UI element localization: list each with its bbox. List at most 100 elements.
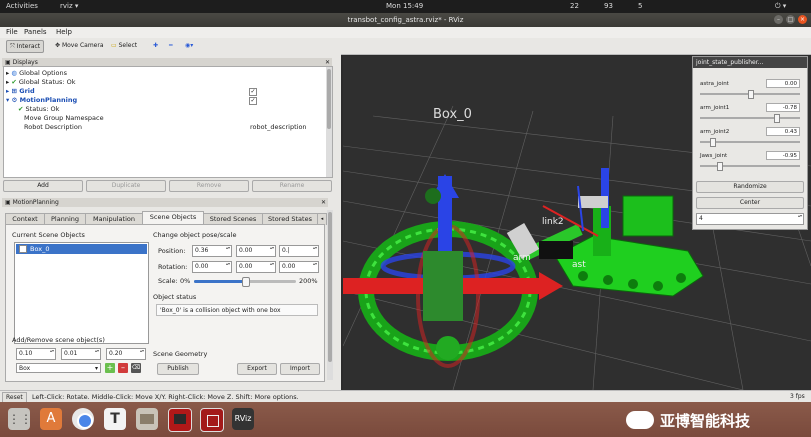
menu-help[interactable]: Help bbox=[56, 28, 72, 36]
joint-count-field[interactable]: 4 bbox=[696, 213, 804, 225]
panel-close-icon[interactable]: ✕ bbox=[321, 198, 326, 207]
tree-label: MotionPlanning bbox=[19, 96, 78, 104]
rotation-x-field[interactable]: 0.00 bbox=[192, 261, 232, 273]
menu-bar: File Panels Help bbox=[0, 27, 811, 38]
joint-slider-thumb[interactable] bbox=[748, 90, 754, 99]
clock[interactable]: Mon 15:49 bbox=[386, 2, 423, 10]
tree-item-grid[interactable]: ▸ ⊞ Grid bbox=[6, 87, 35, 96]
scale-slider[interactable] bbox=[194, 277, 296, 287]
grid-enabled-checkbox[interactable]: ✓ bbox=[249, 88, 257, 96]
add-display-button[interactable]: Add bbox=[3, 180, 83, 192]
software-center-icon[interactable]: A bbox=[40, 408, 62, 430]
tree-item-status[interactable]: ✔ Status: Ok bbox=[18, 105, 59, 114]
joint-slider-thumb[interactable] bbox=[717, 162, 724, 171]
motion-planning-scrollbar[interactable] bbox=[327, 210, 333, 380]
tab-scene-objects[interactable]: Scene Objects bbox=[142, 211, 204, 225]
menu-file[interactable]: File bbox=[6, 28, 18, 36]
select-button[interactable]: ▭ Select bbox=[108, 40, 140, 51]
tree-label: Grid bbox=[19, 87, 35, 95]
dimension-y-field[interactable]: 0.01 bbox=[61, 348, 101, 360]
tree-label: Global Options bbox=[19, 69, 67, 77]
rotation-y-field[interactable]: 0.00 bbox=[236, 261, 276, 273]
files-icon[interactable] bbox=[136, 408, 158, 430]
clear-objects-icon[interactable]: ⌫ bbox=[131, 363, 141, 373]
randomize-button[interactable]: Randomize bbox=[696, 181, 804, 193]
tree-item-global-status[interactable]: ▸ ✔ Global Status: Ok bbox=[6, 78, 76, 87]
tree-label: Status: Ok bbox=[25, 105, 60, 113]
object-status-text: 'Box_0' is a collision object with one b… bbox=[156, 304, 318, 316]
object-checkbox[interactable] bbox=[19, 245, 27, 253]
remove-tool-icon[interactable]: ━ bbox=[166, 40, 176, 51]
screen-record-icon[interactable] bbox=[200, 408, 224, 432]
camera-type-icon[interactable]: ◉▾ bbox=[182, 40, 196, 51]
joint-value-field[interactable]: 0.00 bbox=[766, 79, 800, 88]
center-button[interactable]: Center bbox=[696, 197, 804, 209]
tree-item-robot-description[interactable]: Robot Description bbox=[24, 123, 82, 132]
joint-value-field[interactable]: -0.78 bbox=[766, 103, 800, 112]
joint-slider-thumb[interactable] bbox=[709, 138, 716, 147]
duplicate-display-button[interactable]: Duplicate bbox=[86, 180, 166, 192]
export-button[interactable]: Export bbox=[237, 363, 277, 375]
app-menu[interactable]: rviz ▾ bbox=[60, 2, 78, 10]
tree-item-motion-planning[interactable]: ▾ ⚙ MotionPlanning bbox=[6, 96, 77, 105]
show-apps-icon[interactable]: ⋮⋮ bbox=[8, 408, 32, 430]
joint-slider[interactable] bbox=[700, 117, 800, 119]
move-camera-button[interactable]: ✥ Move Camera bbox=[52, 40, 107, 51]
publish-button[interactable]: Publish bbox=[157, 363, 199, 375]
robot-arm-icon: ⚙ bbox=[11, 96, 18, 104]
tree-label: Global Status: Ok bbox=[18, 78, 76, 86]
joint-value-field[interactable]: -0.95 bbox=[766, 151, 800, 160]
interact-button[interactable]: ⤧ Interact bbox=[6, 40, 45, 53]
scale-slider-thumb[interactable] bbox=[242, 277, 250, 287]
tree-label: Robot Description bbox=[24, 123, 82, 131]
joint-name: astra_joint bbox=[700, 81, 729, 87]
list-item[interactable]: Box_0 bbox=[16, 244, 147, 254]
activities-button[interactable]: Activities bbox=[6, 2, 38, 10]
minimize-icon[interactable]: – bbox=[774, 15, 783, 24]
joint-slider[interactable] bbox=[700, 165, 800, 167]
motion-planning-enabled-checkbox[interactable]: ✓ bbox=[249, 97, 257, 105]
robot-model[interactable] bbox=[506, 168, 704, 297]
position-x-field[interactable]: 0.36 bbox=[192, 245, 232, 257]
joint-name: arm_joint1 bbox=[700, 105, 730, 111]
power-icon[interactable]: ⏻ ▾ bbox=[775, 2, 786, 11]
joint-value-field[interactable]: 0.43 bbox=[766, 127, 800, 136]
rviz-icon[interactable]: RViz bbox=[232, 408, 254, 430]
displays-tree[interactable]: ▸ ◍ Global Options ▸ ✔ Global Status: Ok… bbox=[3, 66, 333, 178]
maximize-icon[interactable]: □ bbox=[786, 15, 795, 24]
rotation-z-field[interactable]: 0.00 bbox=[279, 261, 319, 273]
checkmark-icon: ✔ bbox=[18, 105, 24, 113]
tree-item-move-group-namespace[interactable]: Move Group Namespace bbox=[24, 114, 104, 123]
rename-display-button[interactable]: Rename bbox=[252, 180, 332, 192]
window-title: transbot_config_astra.rviz* - RViz bbox=[347, 16, 464, 24]
position-z-field[interactable]: 0.| bbox=[279, 245, 319, 257]
scene-objects-list[interactable]: Box_0 bbox=[14, 242, 149, 344]
terminal-icon[interactable] bbox=[168, 408, 192, 432]
displays-scrollbar[interactable] bbox=[326, 67, 332, 177]
import-button[interactable]: Import bbox=[280, 363, 320, 375]
add-object-icon[interactable]: + bbox=[105, 363, 115, 373]
remove-display-button[interactable]: Remove bbox=[169, 180, 249, 192]
wechat-logo-icon bbox=[626, 411, 654, 429]
tree-item-global-options[interactable]: ▸ ◍ Global Options bbox=[6, 69, 67, 78]
close-icon[interactable]: × bbox=[798, 15, 807, 24]
dimension-x-field[interactable]: 0.10 bbox=[16, 348, 56, 360]
menu-panels[interactable]: Panels bbox=[24, 28, 47, 36]
shape-select[interactable]: Box ▾ bbox=[16, 363, 101, 373]
tray-value-1: 22 bbox=[570, 2, 579, 10]
chrome-icon[interactable] bbox=[72, 408, 94, 430]
add-tool-icon[interactable]: ✚ bbox=[150, 40, 161, 51]
ubuntu-dock: ⋮⋮ A T RViz 亚博智能科技 bbox=[0, 402, 811, 437]
typora-icon[interactable]: T bbox=[104, 408, 126, 430]
tree-label: Move Group Namespace bbox=[24, 114, 104, 122]
position-y-field[interactable]: 0.00 bbox=[236, 245, 276, 257]
joint-name: arm_joint2 bbox=[700, 129, 730, 135]
remove-object-icon[interactable]: – bbox=[118, 363, 128, 373]
checkmark-icon: ✔ bbox=[11, 78, 17, 86]
robot-description-value[interactable]: robot_description bbox=[250, 123, 307, 132]
joint-slider-thumb[interactable] bbox=[773, 114, 780, 123]
change-pose-label: Change object pose/scale bbox=[153, 231, 237, 239]
object-name: Box_0 bbox=[30, 245, 50, 253]
dimension-z-field[interactable]: 0.20 bbox=[106, 348, 146, 360]
tray-value-2: 93 bbox=[604, 2, 613, 10]
